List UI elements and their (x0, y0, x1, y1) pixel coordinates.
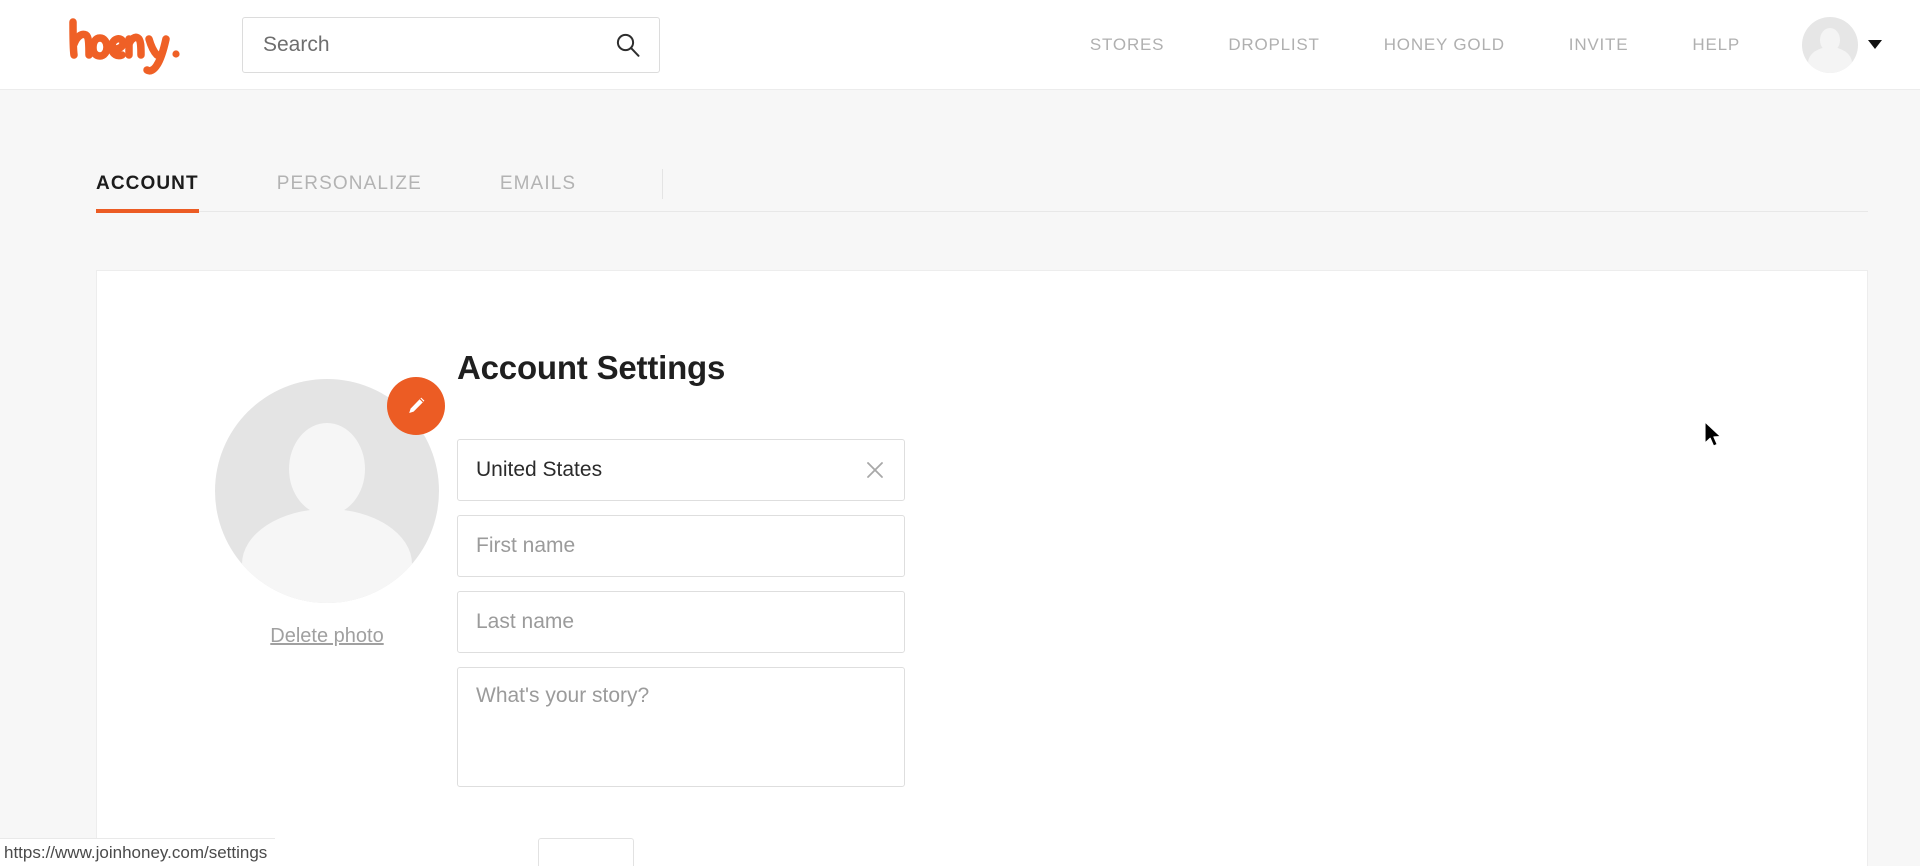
avatar-placeholder-icon (1802, 16, 1858, 73)
delete-photo-link[interactable]: Delete photo (215, 625, 439, 648)
search-input[interactable] (263, 32, 615, 57)
settings-tabs: ACCOUNT PERSONALIZE EMAILS (96, 158, 1868, 213)
profile-photo-group (215, 377, 445, 603)
story-field[interactable] (457, 667, 905, 787)
nav-link-invite[interactable]: INVITE (1537, 35, 1661, 55)
chevron-down-icon[interactable] (1868, 40, 1882, 49)
country-input[interactable] (476, 458, 864, 482)
first-name-input[interactable] (476, 534, 886, 558)
nav-link-stores[interactable]: STORES (1058, 35, 1196, 55)
nav-link-help[interactable]: HELP (1660, 35, 1772, 55)
story-textarea[interactable] (476, 684, 886, 770)
partially-visible-field[interactable] (538, 838, 634, 866)
tab-divider (662, 169, 664, 199)
last-name-field[interactable] (457, 591, 905, 653)
pencil-icon (409, 397, 425, 413)
account-form-column: Account Settings (437, 349, 1867, 866)
tab-personalize[interactable]: PERSONALIZE (277, 173, 422, 211)
account-settings-card: Delete photo Account Settings (96, 270, 1868, 866)
search-icon[interactable] (615, 32, 641, 58)
profile-photo-column: Delete photo (97, 349, 445, 866)
last-name-input[interactable] (476, 610, 886, 634)
page-title: Account Settings (457, 349, 726, 386)
nav-link-honey-gold[interactable]: HONEY GOLD (1352, 35, 1537, 55)
site-header: STORES DROPLIST HONEY GOLD INVITE HELP (0, 0, 1920, 90)
main-navigation: STORES DROPLIST HONEY GOLD INVITE HELP (1058, 16, 1920, 73)
edit-photo-button[interactable] (387, 377, 445, 435)
search-box[interactable] (242, 16, 660, 73)
account-menu-button[interactable] (1772, 16, 1920, 73)
first-name-field[interactable] (457, 515, 905, 577)
honey-logo[interactable] (68, 15, 188, 75)
country-field[interactable] (457, 439, 905, 501)
close-icon[interactable] (864, 459, 886, 481)
tab-account[interactable]: ACCOUNT (96, 173, 199, 213)
status-bar-url: https://www.joinhoney.com/settings (0, 838, 276, 866)
tab-emails[interactable]: EMAILS (500, 173, 576, 211)
nav-link-droplist[interactable]: DROPLIST (1196, 35, 1351, 55)
tabs-section: ACCOUNT PERSONALIZE EMAILS (0, 90, 1920, 213)
